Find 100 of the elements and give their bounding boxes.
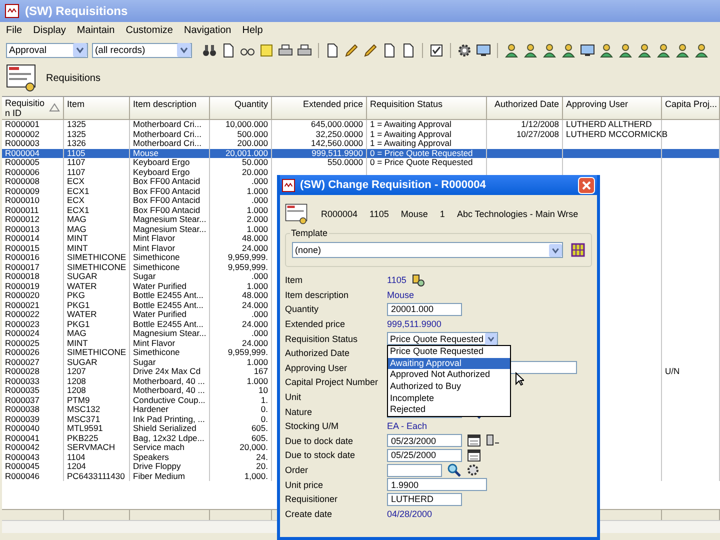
table-cell: MSC371 xyxy=(67,414,100,424)
table-cell: R000042 xyxy=(5,443,40,452)
table-cell: 10 xyxy=(258,386,268,396)
table-cell: 1.000 xyxy=(246,224,268,234)
table-cell: Mint Flavor xyxy=(133,234,176,244)
table-cell: R000019 xyxy=(5,282,40,291)
table-cell: R000017 xyxy=(5,262,40,272)
field-label: Item description xyxy=(285,290,350,300)
table-cell: 24.000 xyxy=(242,320,268,329)
table-cell: 24.000 xyxy=(242,244,268,253)
table-cell: .000 xyxy=(251,177,268,186)
table-cell: MSC132 xyxy=(67,405,100,414)
field-label: Capital Project Number xyxy=(285,377,380,388)
field-label: Authorized Date xyxy=(285,348,351,358)
table-cell: Water Purified xyxy=(133,310,187,320)
table-cell: MINT xyxy=(67,338,88,348)
group-label: Template xyxy=(290,228,329,238)
table-cell: Magnesium Stear... xyxy=(133,215,206,224)
table-cell: R000010 xyxy=(5,196,40,206)
table-cell: 500.000 xyxy=(237,130,268,139)
table-cell: MAG xyxy=(67,224,86,234)
table-cell: SUGAR xyxy=(67,358,98,367)
table-cell: 1,000. xyxy=(244,472,268,481)
table-cell: PKG1 xyxy=(67,320,90,329)
field-label: Extended price xyxy=(285,319,346,330)
table-cell: R000013 xyxy=(5,224,40,234)
table-cell: Magnesium Stear... xyxy=(133,224,206,234)
table-cell: Motherboard, 40 ... xyxy=(133,386,205,396)
table-cell: R000023 xyxy=(5,320,40,329)
table-cell: PKB225 xyxy=(67,434,98,443)
table-cell: R000027 xyxy=(5,358,40,367)
table-cell: .000 xyxy=(251,329,268,338)
table-cell: R000037 xyxy=(5,396,40,405)
table-cell: Box FF00 Antacid xyxy=(133,196,200,206)
table-cell: R000005 xyxy=(5,158,40,168)
table-cell: Motherboard Cri... xyxy=(133,139,202,148)
table-cell: 1105 xyxy=(67,148,86,158)
table-cell: 1.000 xyxy=(246,358,268,367)
table-cell: ECX1 xyxy=(67,206,90,215)
table-cell: Shield Serialized xyxy=(133,424,196,434)
table-cell: 1 = Awaiting Approval xyxy=(370,139,452,148)
table-cell: 1208 xyxy=(67,386,86,396)
table-cell: R000040 xyxy=(5,424,40,434)
table-cell: R000039 xyxy=(5,414,40,424)
table-cell: R000043 xyxy=(5,452,40,462)
table-cell: Simethicone xyxy=(133,253,180,262)
table-cell: 550.0000 xyxy=(328,158,363,168)
table-cell: 1.000 xyxy=(246,186,268,196)
table-cell: Motherboard Cri... xyxy=(133,130,202,139)
table-cell: Simethicone xyxy=(133,262,180,272)
field-label: Unit xyxy=(285,392,302,402)
table-cell: Motherboard, 40 ... xyxy=(133,376,205,386)
table-cell: MINT xyxy=(67,244,88,253)
table-cell: Simethicone xyxy=(133,348,180,358)
table-cell: Box FF00 Antacid xyxy=(133,177,200,186)
table-cell: SIMETHICONE xyxy=(67,262,126,272)
table-cell: R000018 xyxy=(5,272,40,282)
table-cell: R000028 xyxy=(5,367,40,376)
table-cell: Box FF00 Antacid xyxy=(133,206,200,215)
table-cell: 9,959,999. xyxy=(228,253,268,262)
table-cell: Mint Flavor xyxy=(133,338,176,348)
table-cell: 1104 xyxy=(67,452,86,462)
table-cell: R000020 xyxy=(5,291,40,300)
table-cell: .000 xyxy=(251,196,268,206)
table-cell: LUTHERD MCCORMICKB xyxy=(566,130,668,139)
table-cell: Ink Pad Printing, ... xyxy=(133,414,205,424)
table-cell: Bag, 12x32 Ldpe... xyxy=(133,434,204,443)
field-label: Due to dock date xyxy=(285,436,354,446)
table-cell: 0 = Price Quote Requested xyxy=(370,158,473,168)
table-cell: R000009 xyxy=(5,186,40,196)
table-cell: R000022 xyxy=(5,310,40,320)
field-label: Due to stock date xyxy=(285,450,356,460)
table-cell: 10/27/2008 xyxy=(516,130,559,139)
table-cell: R000041 xyxy=(5,434,40,443)
table-cell: 20,000. xyxy=(240,443,268,452)
table-cell: SIMETHICONE xyxy=(67,253,126,262)
table-cell: Conductive Coup... xyxy=(133,396,206,405)
field-value: 999,511.9900 xyxy=(387,319,442,330)
table-cell: R000004 xyxy=(5,148,40,158)
table-cell: R000026 xyxy=(5,348,40,358)
table-cell: 24. xyxy=(256,452,268,462)
table-cell: 1.000 xyxy=(246,282,268,291)
table-cell: 167 xyxy=(254,367,268,376)
page-heading: Requisitions xyxy=(46,72,100,84)
table-cell: R000035 xyxy=(5,386,40,396)
table-cell: 1 = Awaiting Approval xyxy=(370,120,452,130)
table-cell: 200.000 xyxy=(237,139,268,148)
field-label: Stocking U/M xyxy=(285,421,340,432)
table-cell: Magnesium Stear... xyxy=(133,329,206,338)
table-cell: 1204 xyxy=(67,462,86,472)
table-cell: 605. xyxy=(251,424,268,434)
table-cell: 1/12/2008 xyxy=(521,120,559,130)
table-cell: 0 = Price Quote Requested xyxy=(370,148,473,158)
table-cell: 1107 xyxy=(67,168,86,177)
field-label: Approving User xyxy=(285,362,348,373)
table-cell: Hardener xyxy=(133,405,168,414)
table-cell: 142,560.0000 xyxy=(311,139,363,148)
table-cell: 32,250.0000 xyxy=(316,130,363,139)
table-cell: 1107 xyxy=(67,158,86,168)
table-cell: 1325 xyxy=(67,130,86,139)
